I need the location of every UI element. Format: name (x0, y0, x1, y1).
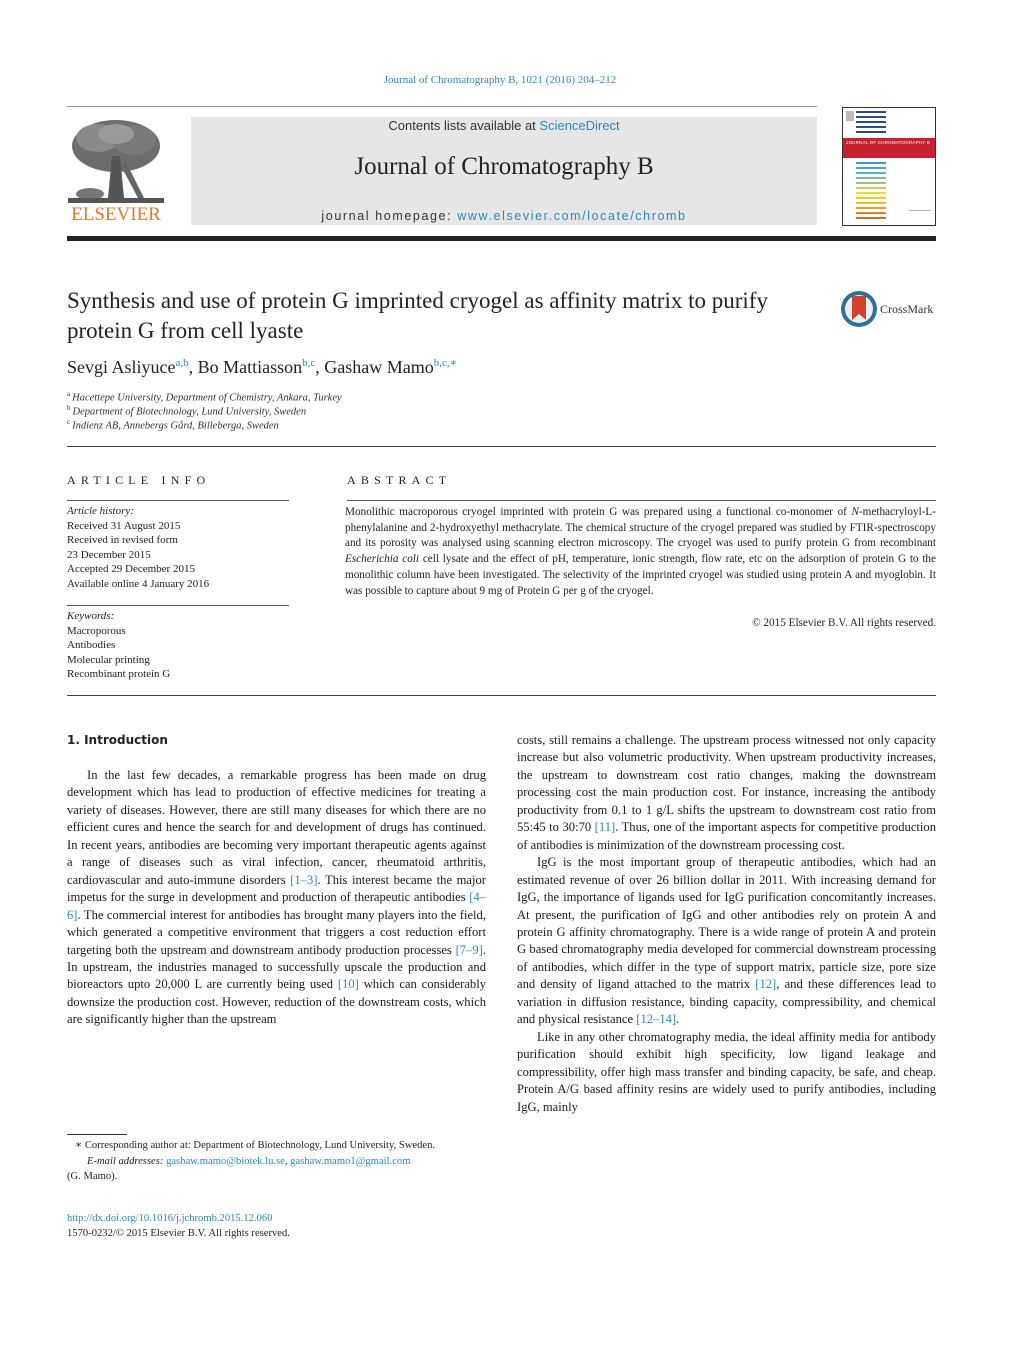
journal-masthead: Contents lists available at ScienceDirec… (191, 117, 817, 225)
citation-link[interactable]: [7–9] (456, 943, 483, 957)
keyword: Macroporous (67, 624, 126, 637)
keywords-label: Keywords: (67, 610, 115, 622)
cover-publisher-footer (909, 210, 931, 219)
journal-title: Journal of Chromatography B (354, 153, 654, 180)
abstract-segment: Monolithic macroporous cryogel imprinted… (345, 506, 852, 518)
text-run: . The commercial interest for antibodies… (67, 907, 486, 957)
citation-link[interactable]: [10] (338, 977, 359, 991)
article-info-divider (67, 500, 289, 501)
paragraph: costs, still remains a challenge. The up… (517, 732, 936, 854)
author-name[interactable]: Bo Mattiasson (198, 357, 303, 377)
journal-citation-link[interactable]: Journal of Chromatography B, 1021 (2016)… (0, 74, 1000, 86)
citation-link[interactable]: [11] (595, 820, 616, 834)
footnote-rule (67, 1134, 127, 1135)
crossmark-label: CrossMark (880, 302, 934, 316)
keywords: Keywords: Macroporous Antibodies Molecul… (67, 609, 170, 682)
abstract-bottom-divider (67, 695, 936, 696)
article-info-heading: ARTICLE INFO (67, 473, 211, 487)
doi-block: http://dx.doi.org/10.1016/j.jchromb.2015… (67, 1211, 290, 1241)
crossmark-icon (841, 291, 877, 327)
author-affiliation-marks[interactable]: b,c,∗ (434, 357, 457, 369)
masthead-thick-rule (67, 236, 936, 241)
abstract-divider (347, 500, 936, 501)
cover-publisher-mark (846, 111, 854, 121)
history-item: Accepted 29 December 2015 (67, 563, 195, 575)
text-run: . (676, 1012, 680, 1027)
author-affiliation-marks[interactable]: b,c (302, 357, 315, 369)
homepage-line: journal homepage: www.elsevier.com/locat… (191, 209, 817, 223)
history-item: 23 December 2015 (67, 548, 151, 561)
corresponding-author-footnote: ∗ Corresponding author at: Department of… (67, 1138, 486, 1185)
issn-copyright: 1570-0232/© 2015 Elsevier B.V. All right… (67, 1228, 290, 1239)
contents-line: Contents lists available at ScienceDirec… (191, 118, 817, 133)
email-link[interactable]: gashaw.mamo1@gmail.com (290, 1156, 410, 1167)
history-item: Received 31 August 2015 (67, 519, 181, 532)
author-name[interactable]: Gashaw Mamo (324, 357, 433, 377)
abstract-heading: ABSTRACT (347, 473, 452, 487)
keyword: Recombinant protein G (67, 668, 171, 680)
affiliation: b Department of Biotechnology, Lund Unive… (67, 404, 306, 418)
paragraph: IgG is the most important group of thera… (517, 854, 936, 1029)
header-divider (67, 106, 817, 107)
affiliation-mark: c (67, 418, 71, 426)
affiliation-mark: a (67, 390, 71, 398)
cover-title: JOURNAL OF CHROMATOGRAPHY B (846, 140, 930, 145)
email-label: E-mail addresses: (87, 1155, 167, 1167)
citation-link[interactable]: [1–3] (290, 873, 317, 887)
email-line: E-mail addresses: gashaw.mamo@biotek.lu.… (67, 1154, 486, 1170)
author-separator: , (188, 357, 198, 377)
history-item: Received in revised form (67, 534, 178, 546)
author-affiliation-marks[interactable]: a,b (176, 357, 189, 369)
keyword: Antibodies (67, 639, 116, 651)
keyword: Molecular printing (67, 653, 150, 666)
crossmark-button[interactable]: CrossMark (840, 290, 940, 330)
history-item: Available online 4 January 2016 (67, 577, 210, 590)
citation-link[interactable]: [12–14] (636, 1012, 676, 1026)
keywords-divider (67, 605, 289, 606)
sciencedirect-link[interactable]: ScienceDirect (539, 118, 619, 133)
affiliation-text: Hacettepe University, Department of Chem… (72, 392, 342, 404)
cover-title-band: JOURNAL OF CHROMATOGRAPHY B (843, 138, 935, 158)
elsevier-tree-icon (68, 116, 164, 206)
abstract-text: Monolithic macroporous cryogel imprinted… (345, 505, 936, 599)
abstract-italic: N (851, 506, 859, 518)
contents-prefix: Contents lists available at (388, 118, 540, 133)
paragraph: In the last few decades, a remarkable pr… (67, 767, 486, 1029)
title-divider (67, 446, 936, 447)
affiliation-text: Indienz AB, Annebergs Gård, Billeberga, … (72, 420, 279, 432)
journal-cover-thumbnail: JOURNAL OF CHROMATOGRAPHY B (842, 107, 936, 226)
history-label: Article history: (67, 505, 134, 517)
email-link[interactable]: gashaw.mamo@biotek.lu.se (166, 1156, 285, 1167)
body-column-right: costs, still remains a challenge. The up… (517, 732, 936, 1116)
text-run: Like in any other chromatography media, … (517, 1029, 936, 1114)
citation-link[interactable]: [12] (755, 977, 776, 991)
article-history: Article history: Received 31 August 2015… (67, 504, 209, 591)
affiliation: a Hacettepe University, Department of Che… (67, 390, 342, 404)
article-title: Synthesis and use of protein G imprinted… (67, 288, 768, 343)
homepage-link[interactable]: www.elsevier.com/locate/chromb (457, 209, 686, 223)
elsevier-wordmark: ELSEVIER (71, 204, 161, 225)
affiliation: c Indienz AB, Annebergs Gård, Billeberga,… (67, 418, 279, 432)
body-column-left: In the last few decades, a remarkable pr… (67, 767, 486, 1029)
text-run: In the last few decades, a remarkable pr… (67, 768, 486, 887)
abstract-copyright: © 2015 Elsevier B.V. All rights reserved… (752, 617, 936, 629)
affiliation-mark: b (67, 404, 71, 412)
section-heading-introduction: 1. Introduction (67, 733, 168, 747)
affiliation-text: Department of Biotechnology, Lund Univer… (72, 406, 307, 418)
text-run: IgG is the most important group of thera… (517, 855, 936, 992)
author-separator: , (315, 357, 325, 377)
author-name[interactable]: Sevgi Asliyuce (67, 357, 176, 377)
abstract-italic: Escherichia coli (345, 553, 420, 566)
doi-link[interactable]: http://dx.doi.org/10.1016/j.jchromb.2015… (67, 1213, 273, 1224)
paragraph: Like in any other chromatography media, … (517, 1029, 936, 1116)
corresponding-note: ∗ Corresponding author at: Department of… (75, 1140, 436, 1151)
homepage-prefix: journal homepage: (321, 209, 458, 223)
abstract-segment: cell lysate and the effect of pH, temper… (345, 553, 936, 597)
email-suffix: (G. Mamo). (67, 1171, 118, 1182)
author-list: Sevgi Asliyucea,b, Bo Mattiassonb,c, Gas… (67, 356, 457, 378)
elsevier-logo: ELSEVIER (66, 116, 166, 226)
